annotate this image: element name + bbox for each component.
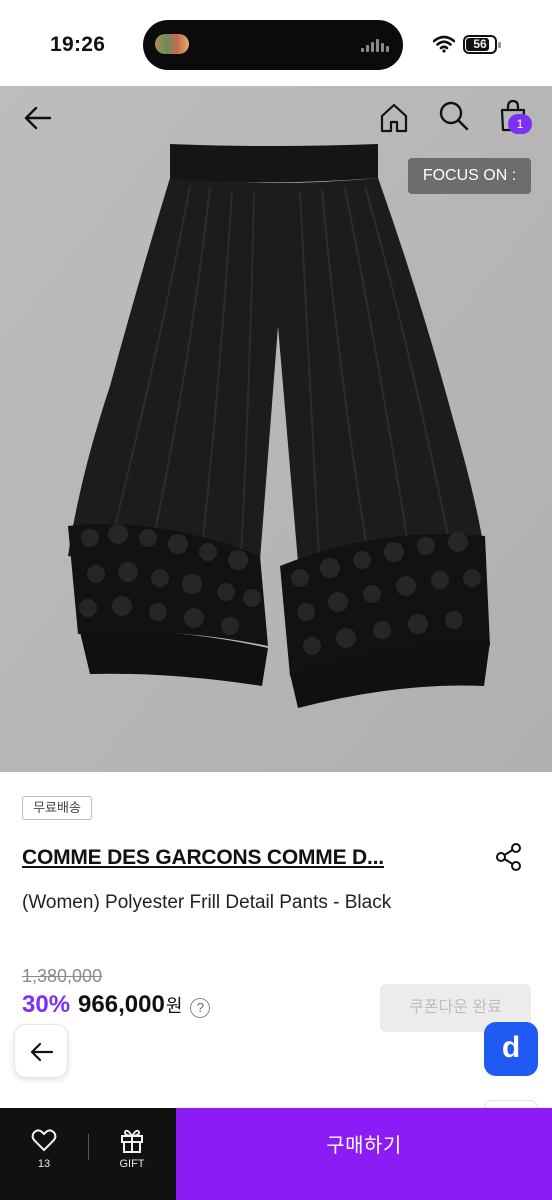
- now-playing-thumbnail: [155, 34, 189, 54]
- dynamic-island: [143, 20, 403, 70]
- audio-waveform-icon: [361, 38, 389, 52]
- battery-level: 56: [473, 37, 487, 51]
- bottom-action-bar: 13 GIFT 구매하기: [0, 1108, 552, 1200]
- share-icon[interactable]: [494, 842, 524, 872]
- like-button[interactable]: 13: [0, 1108, 88, 1200]
- wifi-icon: [433, 35, 455, 53]
- gift-icon: [121, 1129, 143, 1153]
- battery-nub: [498, 42, 501, 48]
- currency-unit: 원: [165, 996, 183, 1016]
- brand-name-link[interactable]: COMME DES GARCONS COMME D...: [22, 846, 442, 870]
- arrow-left-icon: [30, 1042, 54, 1062]
- search-icon[interactable]: [436, 98, 472, 134]
- like-count: 13: [37, 1158, 51, 1170]
- free-shipping-badge: 무료배송: [22, 796, 92, 820]
- gift-button[interactable]: GIFT: [88, 1108, 176, 1200]
- price-help-icon[interactable]: ?: [190, 998, 211, 1018]
- heart-icon: [31, 1129, 57, 1151]
- buy-button[interactable]: 구매하기: [176, 1108, 552, 1200]
- battery-icon: 56: [463, 35, 497, 54]
- gift-label: GIFT: [119, 1158, 145, 1170]
- d-app-button[interactable]: d: [484, 1022, 538, 1076]
- back-arrow-icon[interactable]: [20, 100, 56, 136]
- home-icon[interactable]: [376, 100, 412, 136]
- status-bar: 19:26 56: [0, 0, 552, 86]
- sale-price: 966,000: [78, 991, 165, 1018]
- cart-count-badge: 1: [508, 114, 532, 134]
- status-time: 19:26: [50, 33, 106, 56]
- discount-rate: 30%: [22, 991, 71, 1018]
- original-price: 1,380,000: [22, 966, 103, 986]
- product-detail-screen: 19:26 56 1 FOCUS ON: 무료배송 COMME DES GAR…: [0, 0, 552, 1200]
- product-name: (Women) Polyester Frill Detail Pants - B…: [22, 892, 392, 913]
- floating-back-button[interactable]: [14, 1024, 68, 1078]
- focus-on-button[interactable]: FOCUS ON :: [408, 158, 531, 194]
- price-row: 30% 966,000 원 ?: [22, 991, 211, 1019]
